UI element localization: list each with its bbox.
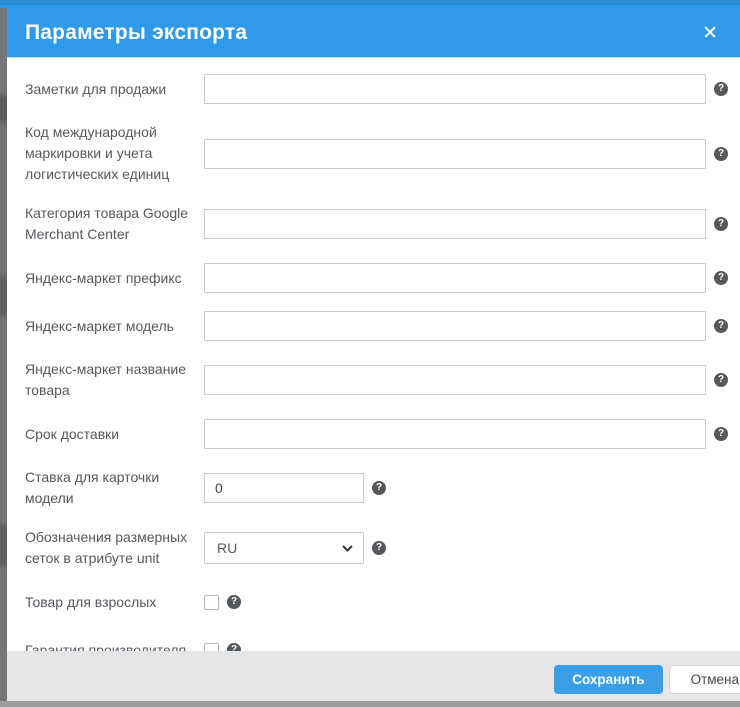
help-icon[interactable]: ?: [714, 373, 728, 387]
cancel-button[interactable]: Отмена: [669, 665, 740, 694]
gtin-input[interactable]: [204, 139, 706, 169]
ym-model-input[interactable]: [204, 311, 706, 341]
modal-title: Параметры экспорта: [25, 21, 247, 45]
background-page-bottom-strip: [0, 701, 740, 707]
sales-notes-input[interactable]: [204, 74, 706, 104]
selected-option-label: RU: [217, 540, 237, 556]
delivery-time-input[interactable]: [204, 419, 706, 449]
help-icon[interactable]: ?: [372, 541, 386, 555]
modal-header: Параметры экспорта ✕: [0, 0, 740, 58]
background-page-sliver: [0, 8, 7, 701]
ym-product-name-input[interactable]: [204, 365, 706, 395]
field-label: Товар для взрослых: [25, 592, 190, 613]
field-label: Ставка для карточки модели: [25, 467, 190, 509]
form-row-sales-notes: Заметки для продажи ?: [25, 74, 728, 104]
field-label: Гарантия производителя: [25, 640, 190, 652]
field-label: Яндекс-маркет префикс: [25, 268, 190, 289]
ym-prefix-input[interactable]: [204, 263, 706, 293]
form-row-ym-product-name: Яндекс-маркет название товара ?: [25, 359, 728, 401]
modal-footer: Сохранить Отмена: [0, 651, 740, 707]
form-row-manufacturer-warranty: Гарантия производителя ?: [25, 635, 728, 651]
form-row-delivery-time: Срок доставки ?: [25, 419, 728, 449]
export-parameters-modal: Параметры экспорта ✕ Заметки для продажи…: [0, 0, 740, 707]
field-label: Обозначения размерных сеток в атрибуте u…: [25, 527, 190, 569]
form-row-adult-product: Товар для взрослых ?: [25, 587, 728, 617]
help-icon[interactable]: ?: [714, 271, 728, 285]
form-row-size-grid-unit: Обозначения размерных сеток в атрибуте u…: [25, 527, 728, 569]
google-category-input[interactable]: [204, 209, 706, 239]
help-icon[interactable]: ?: [714, 319, 728, 333]
help-icon[interactable]: ?: [714, 217, 728, 231]
save-button[interactable]: Сохранить: [554, 665, 662, 694]
model-card-bid-input[interactable]: [204, 473, 364, 503]
form-row-ym-prefix: Яндекс-маркет префикс ?: [25, 263, 728, 293]
field-label: Заметки для продажи: [25, 79, 190, 100]
help-icon[interactable]: ?: [714, 427, 728, 441]
help-icon[interactable]: ?: [227, 643, 241, 651]
field-label: Срок доставки: [25, 424, 190, 445]
form-row-model-card-bid: Ставка для карточки модели ?: [25, 467, 728, 509]
chevron-down-icon: [342, 545, 353, 552]
close-icon[interactable]: ✕: [700, 20, 720, 47]
form-row-ym-model: Яндекс-маркет модель ?: [25, 311, 728, 341]
modal-body: Заметки для продажи ? Код международной …: [0, 58, 740, 651]
field-label: Яндекс-маркет название товара: [25, 359, 190, 401]
field-label: Категория товара Google Merchant Center: [25, 203, 190, 245]
size-grid-unit-select[interactable]: RU: [204, 532, 364, 564]
form-row-google-category: Категория товара Google Merchant Center …: [25, 203, 728, 245]
form-row-gtin: Код международной маркировки и учета лог…: [25, 122, 728, 185]
field-label: Яндекс-маркет модель: [25, 316, 190, 337]
help-icon[interactable]: ?: [714, 147, 728, 161]
adult-product-checkbox[interactable]: [204, 595, 219, 610]
field-label: Код международной маркировки и учета лог…: [25, 122, 190, 185]
help-icon[interactable]: ?: [714, 82, 728, 96]
help-icon[interactable]: ?: [372, 481, 386, 495]
help-icon[interactable]: ?: [227, 595, 241, 609]
manufacturer-warranty-checkbox[interactable]: [204, 643, 219, 652]
